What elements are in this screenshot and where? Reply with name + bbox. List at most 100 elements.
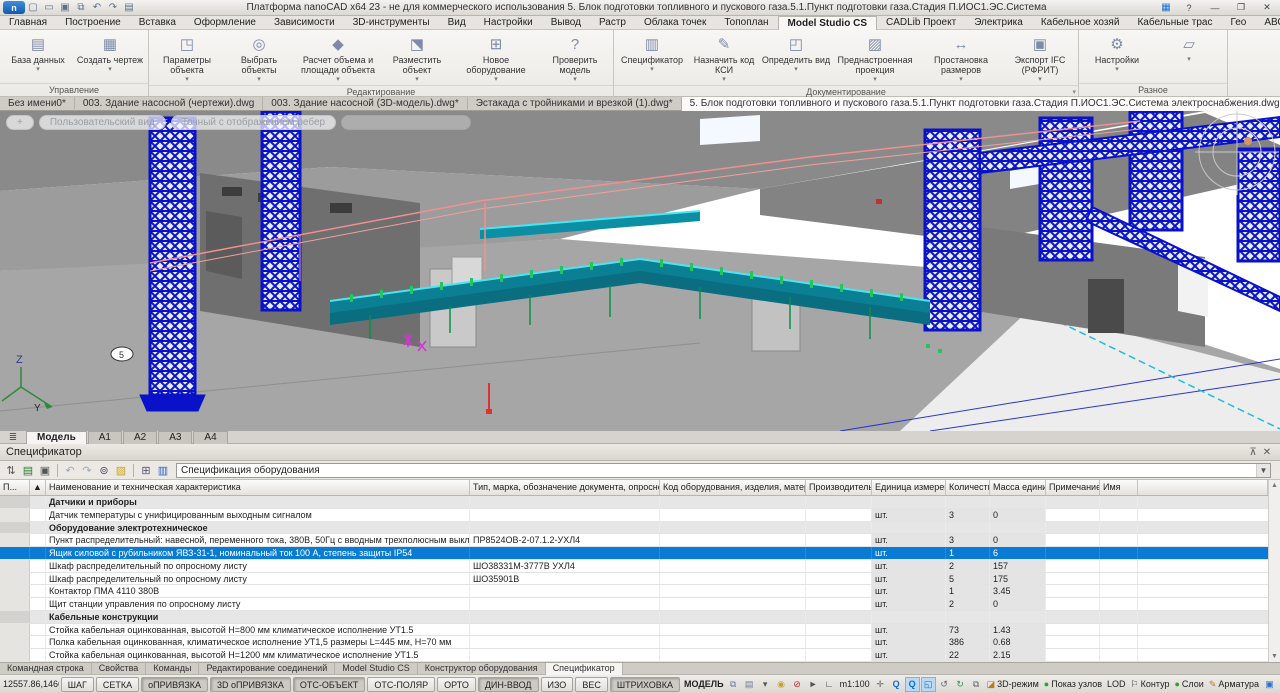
panel-tab-командная-строка[interactable]: Командная строка bbox=[0, 663, 92, 675]
panel-tab-model-studio-cs[interactable]: Model Studio CS bbox=[335, 663, 418, 675]
column-header[interactable]: Единица измерения bbox=[872, 480, 946, 495]
group-dialog-arrow-icon[interactable]: ▾ bbox=[1072, 86, 1076, 99]
export-excel-icon[interactable]: ▤ bbox=[20, 463, 36, 478]
layout-tab-модель[interactable]: Модель bbox=[26, 431, 87, 444]
minimize-button[interactable]: — bbox=[1202, 1, 1228, 15]
column-header[interactable]: П... bbox=[0, 480, 30, 495]
panel-tab-свойства[interactable]: Свойства bbox=[92, 663, 147, 675]
undo-icon[interactable]: ↶ bbox=[89, 1, 105, 15]
column-header[interactable]: ▲ bbox=[30, 480, 46, 495]
status-toggle-орто[interactable]: ОРТО bbox=[437, 677, 476, 692]
3d-viewport[interactable]: Z Y 5 + Пользовательский вид Точный с от… bbox=[0, 111, 1280, 431]
layout-tab-a1[interactable]: A1 bbox=[88, 431, 122, 444]
ribbon-tab-построение[interactable]: Построение bbox=[56, 16, 130, 30]
ribbon-button-define-view-icon[interactable]: ◰Определить вид▾ bbox=[760, 32, 832, 85]
document-tab[interactable]: Эстакада с тройниками и врезкой (1).dwg* bbox=[468, 97, 682, 111]
ribbon-tab-вставка[interactable]: Вставка bbox=[130, 16, 185, 30]
rebar-pencil-icon[interactable]: ✎Арматура bbox=[1207, 677, 1261, 692]
orbit-icon[interactable]: ↺ bbox=[937, 677, 952, 692]
panel-tab-конструктор-оборудования[interactable]: Конструктор оборудования bbox=[418, 663, 546, 675]
panel-tab-спецификатор[interactable]: Спецификатор bbox=[546, 663, 623, 675]
column-header[interactable]: Примечание bbox=[1046, 480, 1100, 495]
layout-tab-a2[interactable]: A2 bbox=[123, 431, 157, 444]
ribbon-tab-зависимости[interactable]: Зависимости bbox=[265, 16, 344, 30]
panel-tab-команды[interactable]: Команды bbox=[146, 663, 199, 675]
table-group-row[interactable]: Оборудование электротехническое bbox=[0, 522, 1280, 535]
save-icon[interactable]: ▣ bbox=[57, 1, 73, 15]
table-row[interactable]: Контактор ПМА 4110 380Вшт.13.45 bbox=[0, 585, 1280, 598]
contour-flag-icon[interactable]: ⚐Контур bbox=[1129, 677, 1172, 692]
save-table-icon[interactable]: ▣ bbox=[37, 463, 53, 478]
table-row[interactable]: Датчик температуры с унифицированным вых… bbox=[0, 509, 1280, 522]
ribbon-button-new-equipment-icon[interactable]: ⊞Новое оборудование▾ bbox=[453, 32, 539, 85]
ribbon-button-check-model-icon[interactable]: ?Проверить модель▾ bbox=[539, 32, 611, 85]
close-button[interactable]: ✕ bbox=[1254, 1, 1280, 15]
table-row[interactable]: Полка кабельная оцинкованная, климатичес… bbox=[0, 636, 1280, 649]
document-tab[interactable]: Без имени0* bbox=[0, 97, 75, 111]
ribbon-button-select-objects-icon[interactable]: ◎Выбрать объекты▾ bbox=[223, 32, 295, 85]
close-panel-icon[interactable]: ✕ bbox=[1260, 447, 1274, 458]
column-header[interactable]: Масса единицы, кг bbox=[990, 480, 1046, 495]
status-item[interactable]: LOD bbox=[1105, 677, 1128, 692]
ribbon-button-folder-icon[interactable]: ▱▾ bbox=[1153, 32, 1225, 83]
table-row[interactable]: Щит станции управления по опросному лист… bbox=[0, 598, 1280, 611]
cells-icon[interactable]: ▨ bbox=[113, 463, 129, 478]
fullscreen-icon[interactable]: ▣ bbox=[1262, 677, 1277, 692]
ribbon-button-export-ifc-icon[interactable]: ▣Экспорт IFC (РФРИТ)▾ bbox=[1004, 32, 1076, 85]
columns-icon[interactable]: ▥ bbox=[155, 463, 171, 478]
nodes-dot-icon[interactable]: ●Показ узлов bbox=[1042, 677, 1104, 692]
status-item[interactable]: m1:100 bbox=[838, 677, 872, 692]
link-icon[interactable]: ⧉ bbox=[726, 677, 741, 692]
ucs-icon[interactable]: ∟ bbox=[822, 677, 837, 692]
status-toggle-изо[interactable]: ИЗО bbox=[541, 677, 574, 692]
document-tab[interactable]: 5. Блок подготовки топливного и пусковог… bbox=[682, 97, 1280, 111]
status-toggle-опривязка[interactable]: оПРИВЯЗКА bbox=[141, 677, 208, 692]
ribbon-button-database-icon[interactable]: ▤База данных▾ bbox=[2, 32, 74, 83]
ribbon-button-place-object-icon[interactable]: ⬔Разместить объект▾ bbox=[381, 32, 453, 85]
table-row[interactable]: Ящик силовой с рубильником ЯВЗ-31-1, ном… bbox=[0, 547, 1280, 560]
ribbon-button-preset-projection-icon[interactable]: ▨Преднастроенная проекция▾ bbox=[832, 32, 918, 85]
ribbon-tab-топоплан[interactable]: Топоплан bbox=[715, 16, 777, 30]
ribbon-tab-гео[interactable]: Гео bbox=[1221, 16, 1255, 30]
undo-table-icon[interactable]: ↶ bbox=[62, 463, 78, 478]
view-name-button[interactable]: Пользовательский вид bbox=[39, 115, 166, 130]
ribbon-button-object-params-icon[interactable]: ◳Параметры объекта▾ bbox=[151, 32, 223, 85]
ribbon-button-volume-calc-icon[interactable]: ◆Расчет объема и площади объекта▾ bbox=[295, 32, 381, 85]
viewport-menu-button[interactable]: + bbox=[6, 115, 34, 130]
ribbon-button-dimensions-icon[interactable]: ↔Простановка размеров▾ bbox=[918, 32, 1004, 85]
layout-list-icon[interactable]: ≣ bbox=[0, 432, 26, 443]
zoom-rect-icon[interactable]: ◱ bbox=[921, 677, 936, 692]
ribbon-tab-авс-сметы[interactable]: АВС Сметы bbox=[1255, 16, 1280, 30]
ribbon-tab-вывод[interactable]: Вывод bbox=[542, 16, 590, 30]
spec-type-combobox[interactable]: Спецификация оборудования ▼ bbox=[176, 463, 1271, 478]
table-row[interactable]: Стойка кабельная оцинкованная, высотой Н… bbox=[0, 624, 1280, 637]
maximize-button[interactable]: ❐ bbox=[1228, 1, 1254, 15]
ribbon-button-specifier-icon[interactable]: ▥Спецификатор▾ bbox=[616, 32, 688, 85]
sort-icon[interactable]: ⇅ bbox=[3, 463, 19, 478]
dropdown-icon[interactable]: ▾ bbox=[758, 677, 773, 692]
ribbon-button-settings-icon[interactable]: ⚙Настройки▾ bbox=[1081, 32, 1153, 83]
ribbon-tab-3d-инструменты[interactable]: 3D-инструменты bbox=[344, 16, 439, 30]
update-icon[interactable]: ⊚ bbox=[96, 463, 112, 478]
no-sign-icon[interactable]: ⊘ bbox=[790, 677, 805, 692]
layers-dot-icon[interactable]: ●Слои bbox=[1172, 677, 1205, 692]
ribbon-tab-кабельное-хозяй[interactable]: Кабельное хозяй bbox=[1032, 16, 1129, 30]
table-group-row[interactable]: Кабельные конструкции bbox=[0, 611, 1280, 624]
ribbon-tab-настройки[interactable]: Настройки bbox=[475, 16, 542, 30]
combo-dropdown-icon[interactable]: ▼ bbox=[1256, 464, 1270, 477]
table-row[interactable]: Пункт распределительный: навесной, перем… bbox=[0, 534, 1280, 547]
ribbon-tab-электрика[interactable]: Электрика bbox=[965, 16, 1032, 30]
ribbon-tab-model-studio-cs[interactable]: Model Studio CS bbox=[778, 16, 877, 30]
visual-style-button[interactable]: Точный с отображением ребер bbox=[171, 115, 336, 130]
ribbon-tab-кабельные-трас[interactable]: Кабельные трас bbox=[1128, 16, 1221, 30]
help-button[interactable]: ? bbox=[1176, 1, 1202, 15]
cube-3d-icon[interactable]: ◪3D-режим bbox=[985, 677, 1041, 692]
save-all-icon[interactable]: ⧉ bbox=[73, 1, 89, 15]
column-header[interactable]: Имя bbox=[1100, 480, 1138, 495]
viewport-extra-button[interactable] bbox=[341, 115, 471, 130]
lightbulb-icon[interactable]: ◉ bbox=[774, 677, 789, 692]
ribbon-button-ksi-code-icon[interactable]: ✎Назначить код КСИ▾ bbox=[688, 32, 760, 85]
ribbon-button-create-drawing-icon[interactable]: ▦Создать чертеж▾ bbox=[74, 32, 146, 83]
ribbon-tab-облака-точек[interactable]: Облака точек bbox=[635, 16, 715, 30]
calendar-icon[interactable]: ▦ bbox=[1156, 2, 1176, 13]
